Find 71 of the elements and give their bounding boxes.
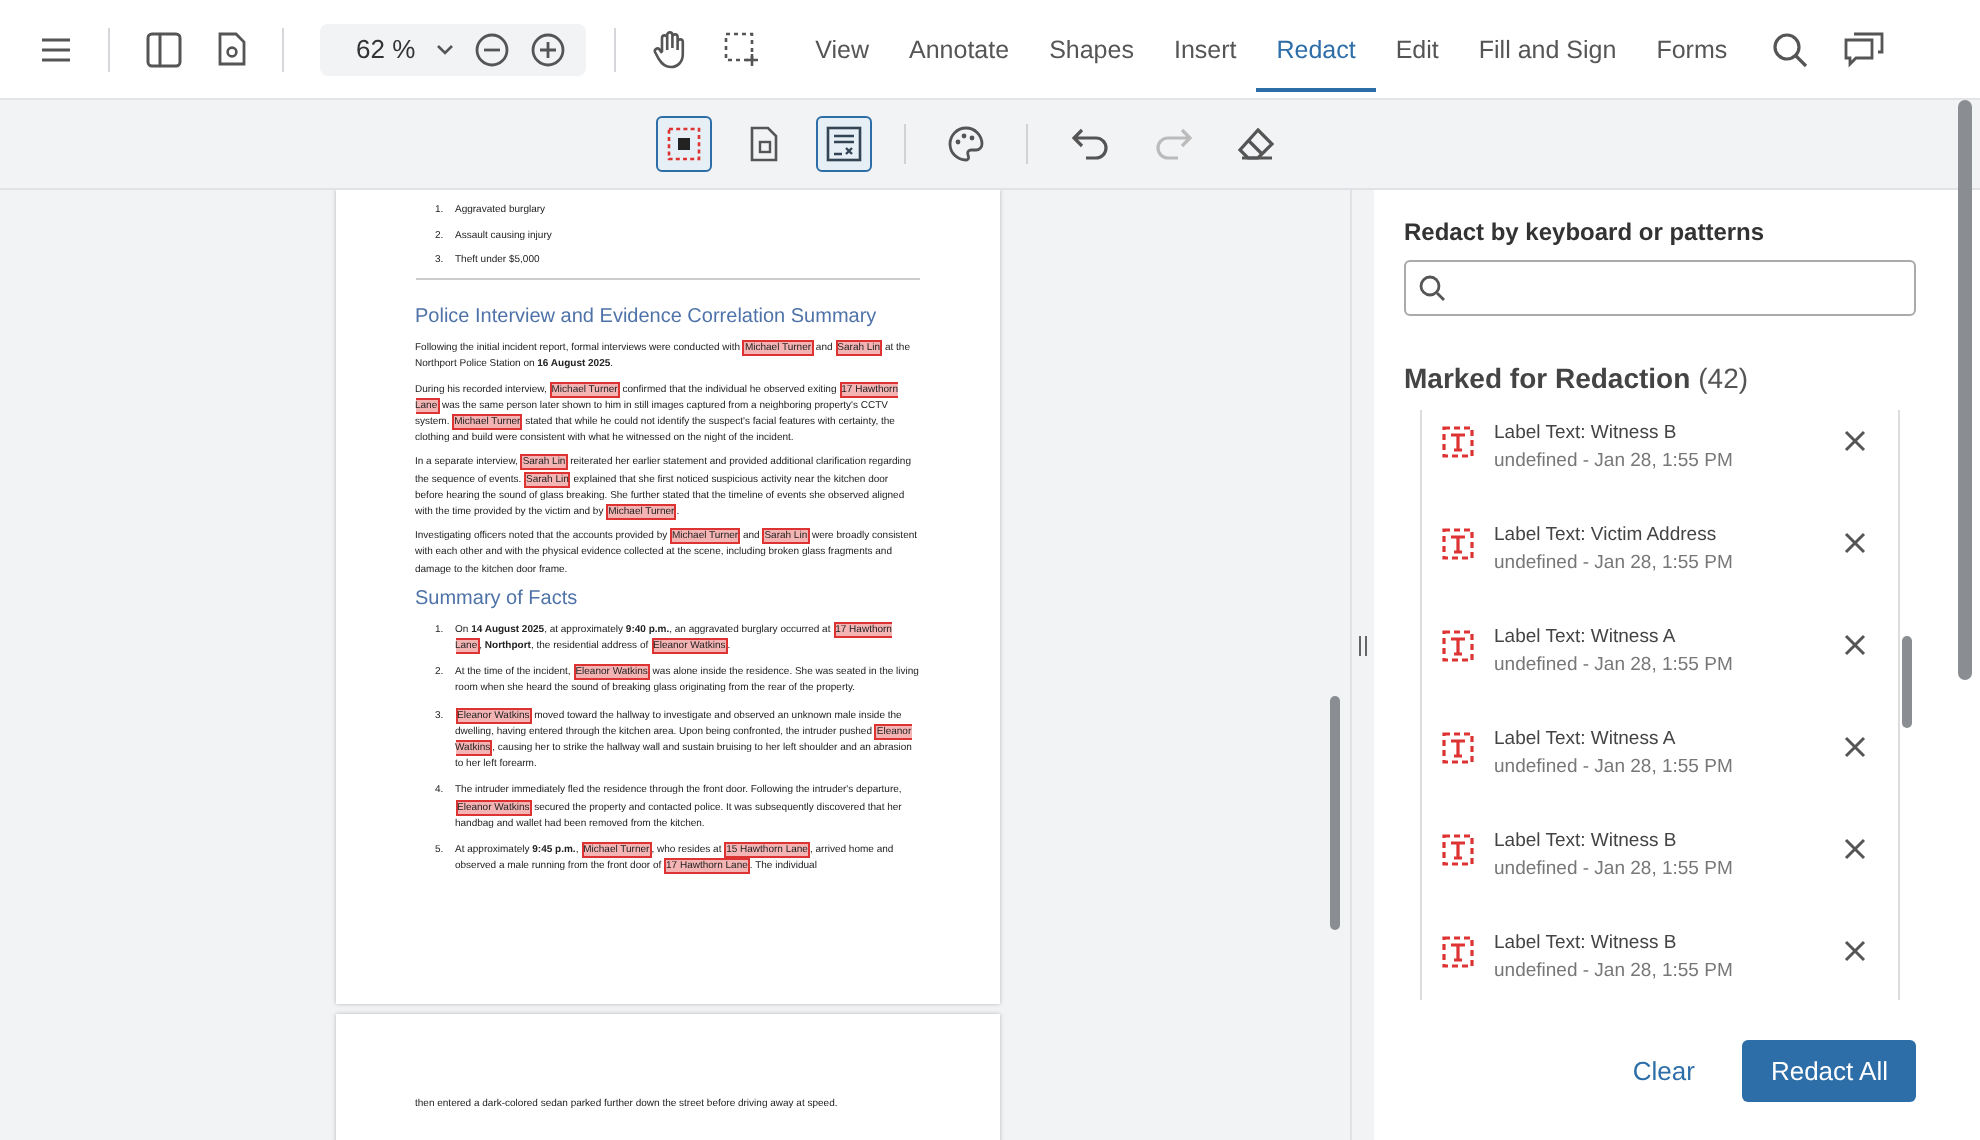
close-icon[interactable] xyxy=(1844,736,1866,758)
menu-icon[interactable] xyxy=(40,35,72,63)
item-title: Label Text: Witness A xyxy=(1494,626,1678,648)
close-icon[interactable] xyxy=(1844,430,1866,452)
section-title: Marked for Redaction xyxy=(1404,362,1691,394)
document-icon xyxy=(748,126,780,162)
list-panel-icon xyxy=(826,126,862,162)
text-redaction-icon xyxy=(1442,834,1474,866)
hand-icon[interactable] xyxy=(651,29,688,69)
comment-icon[interactable] xyxy=(1843,31,1884,67)
zoom-control[interactable]: 62 % xyxy=(320,23,586,75)
menu-tab[interactable]: Fill and Sign xyxy=(1458,7,1637,91)
zoom-value: 62 % xyxy=(356,34,416,64)
text-redaction-icon xyxy=(1442,936,1474,968)
redaction-list-item[interactable]: Label Text: Witness A undefined - Jan 28, 1:55 PM xyxy=(1422,716,1898,818)
search-field[interactable] xyxy=(1404,260,1916,316)
search-icon xyxy=(1418,274,1446,302)
undo-icon[interactable] xyxy=(1070,128,1110,160)
close-icon[interactable] xyxy=(1844,838,1866,860)
section-heading: Summary of Facts xyxy=(415,585,580,612)
file-settings-icon[interactable] xyxy=(218,32,246,66)
marquee-select-icon[interactable] xyxy=(723,31,760,67)
menu-tab[interactable]: Edit xyxy=(1375,7,1459,91)
text-redaction-icon xyxy=(1442,528,1474,560)
redaction-list-item[interactable]: Label Text: Witness B undefined - Jan 28, 1:55 PM xyxy=(1422,920,1898,1000)
redact-all-button[interactable]: Redact All xyxy=(1742,1039,1916,1101)
text-redaction-icon xyxy=(1442,630,1474,662)
scrollbar-thumb[interactable] xyxy=(1330,696,1340,930)
text-redaction-icon xyxy=(1442,732,1474,764)
redaction-list-item[interactable]: Label Text: Victim Address undefined - Jan 28, 1:55 PM xyxy=(1422,512,1898,614)
menu-tab[interactable]: Annotate xyxy=(889,7,1030,91)
count-label: (42) xyxy=(1698,362,1749,394)
item-subtitle: undefined - Jan 28, 1:55 PM xyxy=(1494,756,1735,778)
panel-title: Redact by keyboard or patterns xyxy=(1404,218,1767,246)
text-redaction-icon xyxy=(1442,426,1474,458)
menu-tab[interactable]: Forms xyxy=(1636,7,1748,91)
search-icon[interactable] xyxy=(1771,31,1808,67)
scrollbar-thumb[interactable] xyxy=(1902,636,1912,728)
scrollbar-thumb[interactable] xyxy=(1958,100,1972,680)
palette-icon[interactable] xyxy=(948,126,984,162)
item-subtitle: undefined - Jan 28, 1:55 PM xyxy=(1494,960,1735,982)
item-subtitle: undefined - Jan 28, 1:55 PM xyxy=(1494,552,1735,574)
zoom-out-icon[interactable] xyxy=(473,31,510,67)
clear-button[interactable]: Clear xyxy=(1608,1039,1719,1101)
item-title: Label Text: Witness A xyxy=(1494,728,1678,750)
section-heading: Police Interview and Evidence Correlation Summary xyxy=(415,304,879,331)
menu-tab[interactable]: Shapes xyxy=(1029,7,1154,91)
item-title: Label Text: Victim Address xyxy=(1494,524,1719,546)
item-title: Label Text: Witness B xyxy=(1494,830,1679,852)
zoom-in-icon[interactable] xyxy=(529,31,566,67)
redaction-list-item[interactable]: Label Text: Witness A undefined - Jan 28, 1:55 PM xyxy=(1422,614,1898,716)
item-subtitle: undefined - Jan 28, 1:55 PM xyxy=(1494,654,1735,676)
item-subtitle: undefined - Jan 28, 1:55 PM xyxy=(1494,450,1735,472)
area-redact-tool[interactable] xyxy=(656,116,712,172)
redact-panel-tool[interactable] xyxy=(816,116,872,172)
dashed-square-icon xyxy=(666,126,702,162)
close-icon[interactable] xyxy=(1844,532,1866,554)
close-icon[interactable] xyxy=(1844,634,1866,656)
menu-tab[interactable]: Insert xyxy=(1153,7,1257,91)
menu-tab[interactable]: View xyxy=(795,7,890,91)
splitter-grip-icon[interactable] xyxy=(1358,635,1368,655)
redaction-list-item[interactable]: Label Text: Witness B undefined - Jan 28, 1:55 PM xyxy=(1422,818,1898,920)
redaction-list-item[interactable]: Label Text: Witness B undefined - Jan 28, 1:55 PM xyxy=(1422,410,1898,512)
eraser-icon[interactable] xyxy=(1238,128,1274,160)
item-title: Label Text: Witness B xyxy=(1494,422,1679,444)
close-icon[interactable] xyxy=(1844,940,1866,962)
chevron-down-icon[interactable] xyxy=(435,43,454,55)
menu-tab[interactable]: Redact xyxy=(1256,7,1376,91)
sidebar-icon[interactable] xyxy=(146,31,182,67)
item-subtitle: undefined - Jan 28, 1:55 PM xyxy=(1494,858,1735,880)
item-title: Label Text: Witness B xyxy=(1494,932,1679,954)
